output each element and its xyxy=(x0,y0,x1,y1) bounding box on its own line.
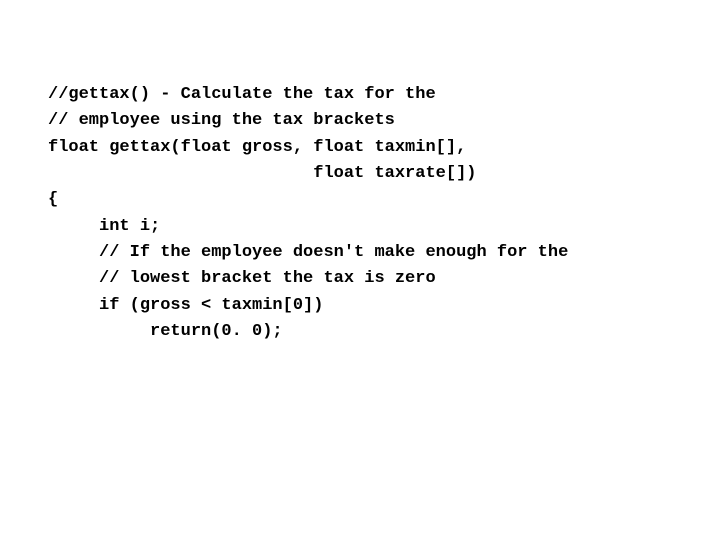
code-line: // If the employee doesn't make enough f… xyxy=(48,240,720,266)
code-line: float gettax(float gross, float taxmin[]… xyxy=(48,135,720,161)
code-line: return(0. 0); xyxy=(48,319,720,345)
code-line: // lowest bracket the tax is zero xyxy=(48,266,720,292)
code-line: { xyxy=(48,187,720,213)
code-line: //gettax() - Calculate the tax for the xyxy=(48,82,720,108)
code-line: float taxrate[]) xyxy=(48,161,720,187)
code-block: //gettax() - Calculate the tax for the /… xyxy=(48,82,720,345)
code-line: // employee using the tax brackets xyxy=(48,108,720,134)
code-line: if (gross < taxmin[0]) xyxy=(48,293,720,319)
code-line: int i; xyxy=(48,214,720,240)
